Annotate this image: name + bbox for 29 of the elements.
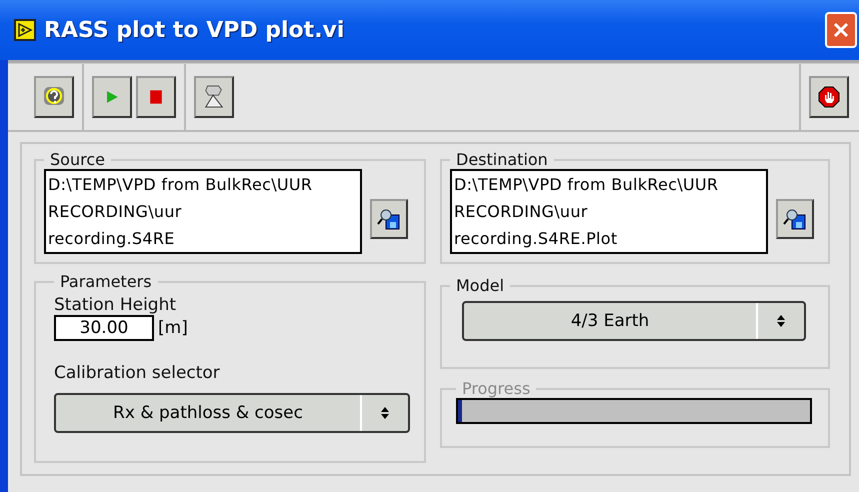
unit-label: [m]: [158, 318, 188, 338]
group-label: Destination: [455, 150, 549, 169]
group-label: Model: [455, 276, 506, 295]
browse-button[interactable]: [370, 198, 408, 238]
group-label: Source: [49, 150, 106, 169]
abort-button[interactable]: [136, 76, 176, 118]
ring-control[interactable]: 4/3 Earth: [462, 301, 806, 341]
stop-hand-icon: [817, 85, 841, 109]
run-button[interactable]: [92, 76, 132, 118]
field-label: Calibration selector: [54, 363, 221, 383]
up-down-icon: [776, 314, 786, 328]
help-button[interactable]: [34, 76, 74, 118]
field-label: Station Height: [54, 295, 178, 315]
highlight-button[interactable]: [194, 76, 234, 118]
number-field[interactable]: 30.00: [54, 315, 154, 341]
up-down-icon: [380, 406, 390, 420]
stop-button[interactable]: [809, 76, 849, 118]
ring-control[interactable]: Rx & pathloss & cosec: [54, 393, 410, 433]
app-icon: [14, 19, 36, 41]
path-field[interactable]: D:\TEMP\VPD from BulkRec\UUR RECORDING\uur recording.S4RE.Plot: [450, 169, 768, 254]
window-title: RASS plot to VPD plot.vi: [44, 18, 346, 42]
path-field[interactable]: D:\TEMP\VPD from BulkRec\UUR RECORDING\uur recording.S4RE: [44, 169, 362, 254]
close-icon: [831, 20, 851, 40]
group-label: Parameters: [59, 272, 153, 291]
browse-button[interactable]: [776, 198, 814, 238]
browse-file-icon: [377, 206, 401, 230]
browse-file-icon: [783, 206, 807, 230]
group-label: Progress: [461, 379, 532, 398]
close-button[interactable]: [825, 12, 857, 48]
